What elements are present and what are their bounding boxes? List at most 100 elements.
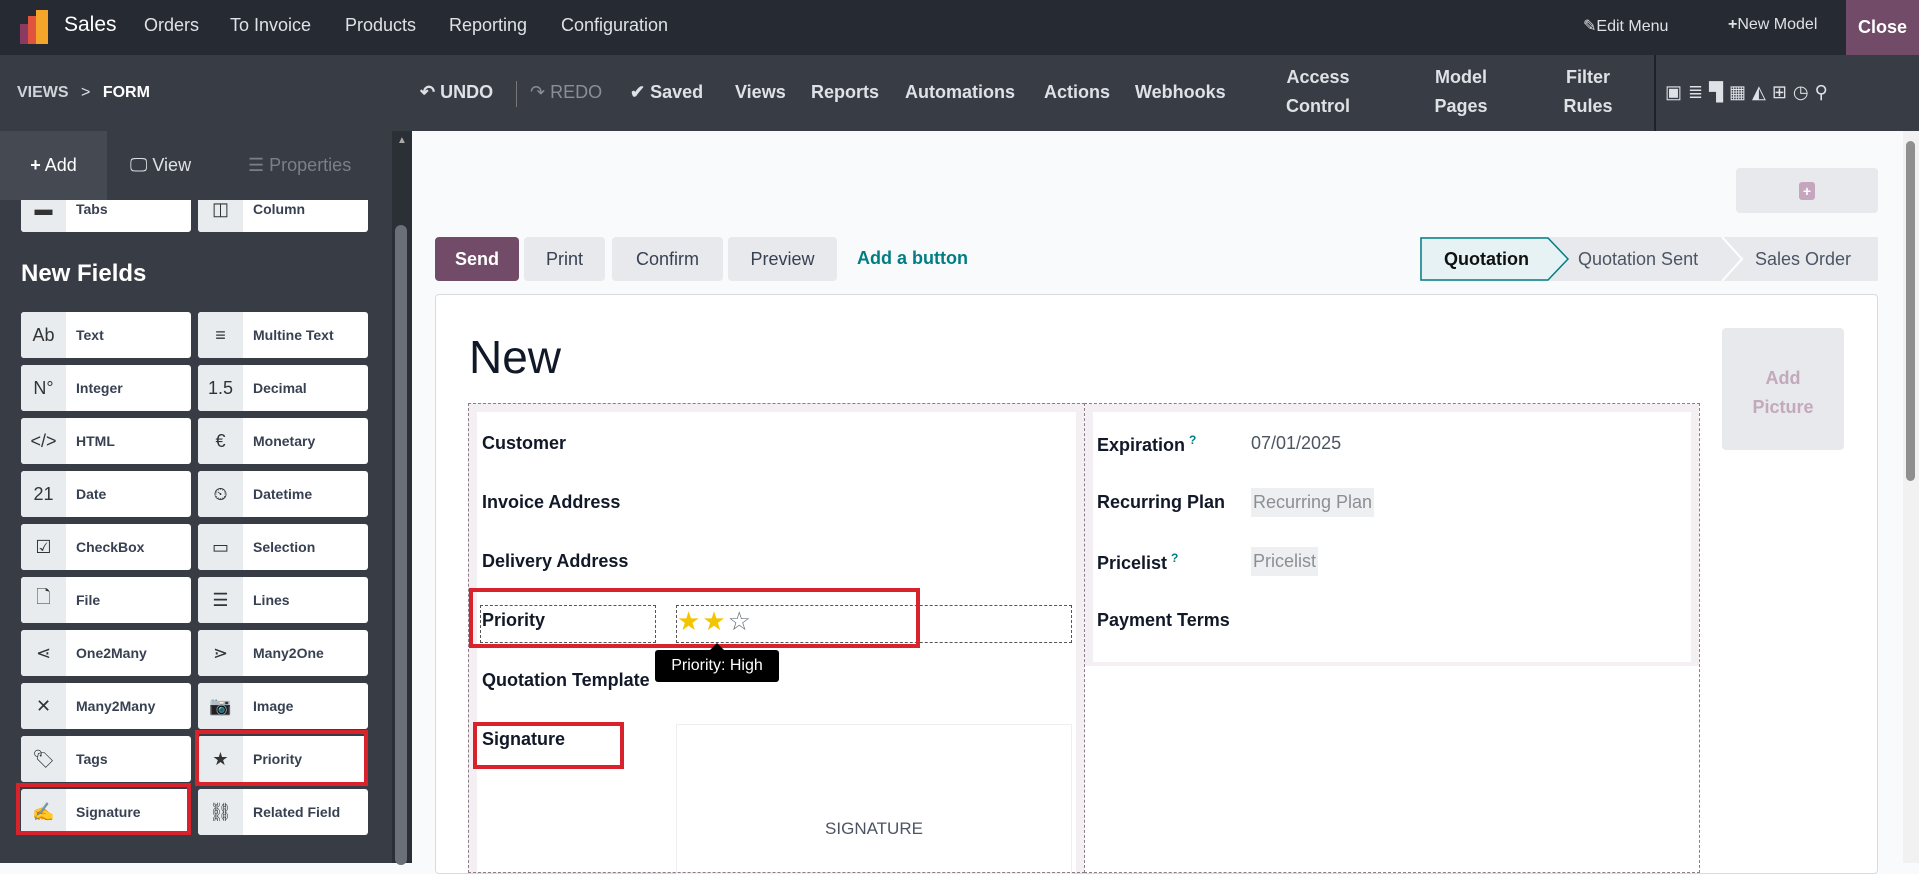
help-icon[interactable]: ? <box>1189 433 1196 447</box>
webhooks-link[interactable]: Webhooks <box>1135 78 1226 107</box>
help-icon[interactable]: ? <box>1171 551 1178 565</box>
selection-icon: ▭ <box>198 524 243 570</box>
recurring-plan-input[interactable]: Recurring Plan <box>1251 488 1375 517</box>
calendar-view-icon[interactable]: ▦ <box>1729 82 1752 102</box>
add-a-button-link[interactable]: Add a button <box>857 248 968 269</box>
priority-widget[interactable]: ★★☆ <box>676 605 1072 643</box>
field-multine-text[interactable]: ≡ Multine Text <box>198 312 368 358</box>
related-field-icon: ⛓ <box>198 789 243 835</box>
send-button[interactable]: Send <box>435 237 519 281</box>
star-filled-icon[interactable]: ★ <box>702 606 727 636</box>
kanban-view-icon[interactable]: ▜ <box>1709 82 1729 102</box>
menu-configuration[interactable]: Configuration <box>561 15 668 36</box>
tab-view[interactable]: 🖵 View <box>130 131 191 200</box>
filter-rules-link[interactable]: Filter Rules <box>1538 63 1638 121</box>
field-integer[interactable]: N° Integer <box>21 365 191 411</box>
label-expiration: Expiration? <box>1097 433 1197 455</box>
pivot-view-icon[interactable]: ⊞ <box>1772 82 1793 102</box>
confirm-button[interactable]: Confirm <box>612 237 723 281</box>
field-related-field[interactable]: ⛓ Related Field <box>198 789 368 835</box>
plus-square-icon: + <box>1799 182 1815 200</box>
stage-sales-order[interactable]: Sales Order <box>1755 249 1851 270</box>
label-invoice-address: Invoice Address <box>482 492 621 512</box>
view-type-icons: ▣≣▜▦◭⊞◷⚲ <box>1665 78 1834 107</box>
list-view-icon[interactable]: ≣ <box>1688 82 1709 102</box>
field-tags[interactable]: 🏷 Tags <box>21 736 191 782</box>
label-customer: Customer <box>482 433 567 453</box>
field-many2many[interactable]: ✕ Many2Many <box>21 683 191 729</box>
field-html[interactable]: </> HTML <box>21 418 191 464</box>
star-filled-icon[interactable]: ★ <box>677 606 702 636</box>
star-empty-icon[interactable]: ☆ <box>728 606 753 636</box>
stage-quotation-sent[interactable]: Quotation Sent <box>1578 249 1698 270</box>
field-date[interactable]: 21 Date <box>21 471 191 517</box>
breadcrumb-views[interactable]: VIEWS <box>17 84 69 101</box>
field-one2many[interactable]: ⋖ One2Many <box>21 630 191 676</box>
access-control-link[interactable]: Access Control <box>1268 63 1368 121</box>
status-bar: Sales Order Quotation Sent Quotation <box>1420 237 1878 281</box>
model-pages-link[interactable]: Model Pages <box>1411 63 1511 121</box>
many2many-icon: ✕ <box>21 683 66 729</box>
field-monetary[interactable]: € Monetary <box>198 418 368 464</box>
menu-to-invoice[interactable]: To Invoice <box>230 15 311 36</box>
close-button[interactable]: Close <box>1846 0 1919 55</box>
datetime-icon: ⏲ <box>198 471 243 517</box>
label-payment-terms: Payment Terms <box>1097 610 1230 630</box>
app-name[interactable]: Sales <box>64 13 117 37</box>
panel-scroll: ▬ Tabs ◫ Column New Fields Ab Text ≡ Multine … <box>0 200 392 863</box>
tab-add[interactable]: + Add <box>0 131 107 200</box>
field-lines[interactable]: ☰ Lines <box>198 577 368 623</box>
edit-menu-button[interactable]: ✎Edit Menu <box>1583 16 1668 36</box>
stage-quotation[interactable]: Quotation <box>1444 249 1529 270</box>
column-icon: ◫ <box>198 200 243 232</box>
menu-reporting[interactable]: Reporting <box>449 15 527 36</box>
tab-properties[interactable]: ☰ Properties <box>248 131 351 200</box>
menu-products[interactable]: Products <box>345 15 416 36</box>
monetary-icon: € <box>198 418 243 464</box>
saved-status: ✔ Saved <box>630 82 704 102</box>
field-image[interactable]: 📷 Image <box>198 683 368 729</box>
undo-button[interactable]: ↶ UNDO <box>420 78 493 107</box>
preview-button[interactable]: Preview <box>728 237 837 281</box>
search-view-icon[interactable]: ⚲ <box>1815 82 1834 102</box>
redo-button[interactable]: ↷ REDO <box>530 78 602 107</box>
file-icon: 🗋 <box>21 577 66 623</box>
print-button[interactable]: Print <box>524 237 605 281</box>
record-title[interactable]: New <box>469 330 561 384</box>
reports-link[interactable]: Reports <box>811 78 879 107</box>
studio-sidebar: + Add 🖵 View ☰ Properties ▬ Tabs ◫ Column … <box>0 131 412 865</box>
label-quotation-template: Quotation Template <box>482 670 650 690</box>
field-decimal[interactable]: 1.5 Decimal <box>198 365 368 411</box>
form-view-icon[interactable]: ▣ <box>1665 82 1688 102</box>
main-scrollbar[interactable] <box>1903 131 1919 863</box>
expiration-value[interactable]: 07/01/2025 <box>1251 433 1341 454</box>
label-priority: Priority <box>482 610 546 630</box>
many2one-icon: ⋗ <box>198 630 243 676</box>
pricelist-input[interactable]: Pricelist <box>1251 547 1319 576</box>
field-datetime[interactable]: ⏲ Datetime <box>198 471 368 517</box>
actions-link[interactable]: Actions <box>1044 78 1110 107</box>
field-file[interactable]: 🗋 File <box>21 577 191 623</box>
menu-orders[interactable]: Orders <box>144 15 199 36</box>
field-column[interactable]: ◫ Column <box>198 200 368 232</box>
panel-scrollbar[interactable]: ▲ <box>392 131 412 865</box>
integer-icon: N° <box>21 365 66 411</box>
field-many2one[interactable]: ⋗ Many2One <box>198 630 368 676</box>
field-selection[interactable]: ▭ Selection <box>198 524 368 570</box>
automations-link[interactable]: Automations <box>905 78 1015 107</box>
add-picture-button[interactable]: Add Picture <box>1722 328 1844 450</box>
field-priority[interactable]: ★ Priority <box>198 736 368 782</box>
sales-app-logo-icon[interactable] <box>20 10 52 44</box>
activity-view-icon[interactable]: ◷ <box>1793 82 1815 102</box>
field-checkbox[interactable]: ☑ CheckBox <box>21 524 191 570</box>
add-button-top[interactable]: + <box>1736 168 1878 213</box>
lines-icon: ☰ <box>198 577 243 623</box>
field-tabs[interactable]: ▬ Tabs <box>21 200 191 232</box>
new-model-button[interactable]: +New Model <box>1728 16 1817 34</box>
stage-separator <box>1721 237 1744 281</box>
graph-view-icon[interactable]: ◭ <box>1752 82 1772 102</box>
field-text[interactable]: Ab Text <box>21 312 191 358</box>
field-signature[interactable]: ✍ Signature <box>21 789 191 835</box>
signature-widget[interactable]: SIGNATURE <box>676 724 1072 874</box>
views-link[interactable]: Views <box>735 78 786 107</box>
